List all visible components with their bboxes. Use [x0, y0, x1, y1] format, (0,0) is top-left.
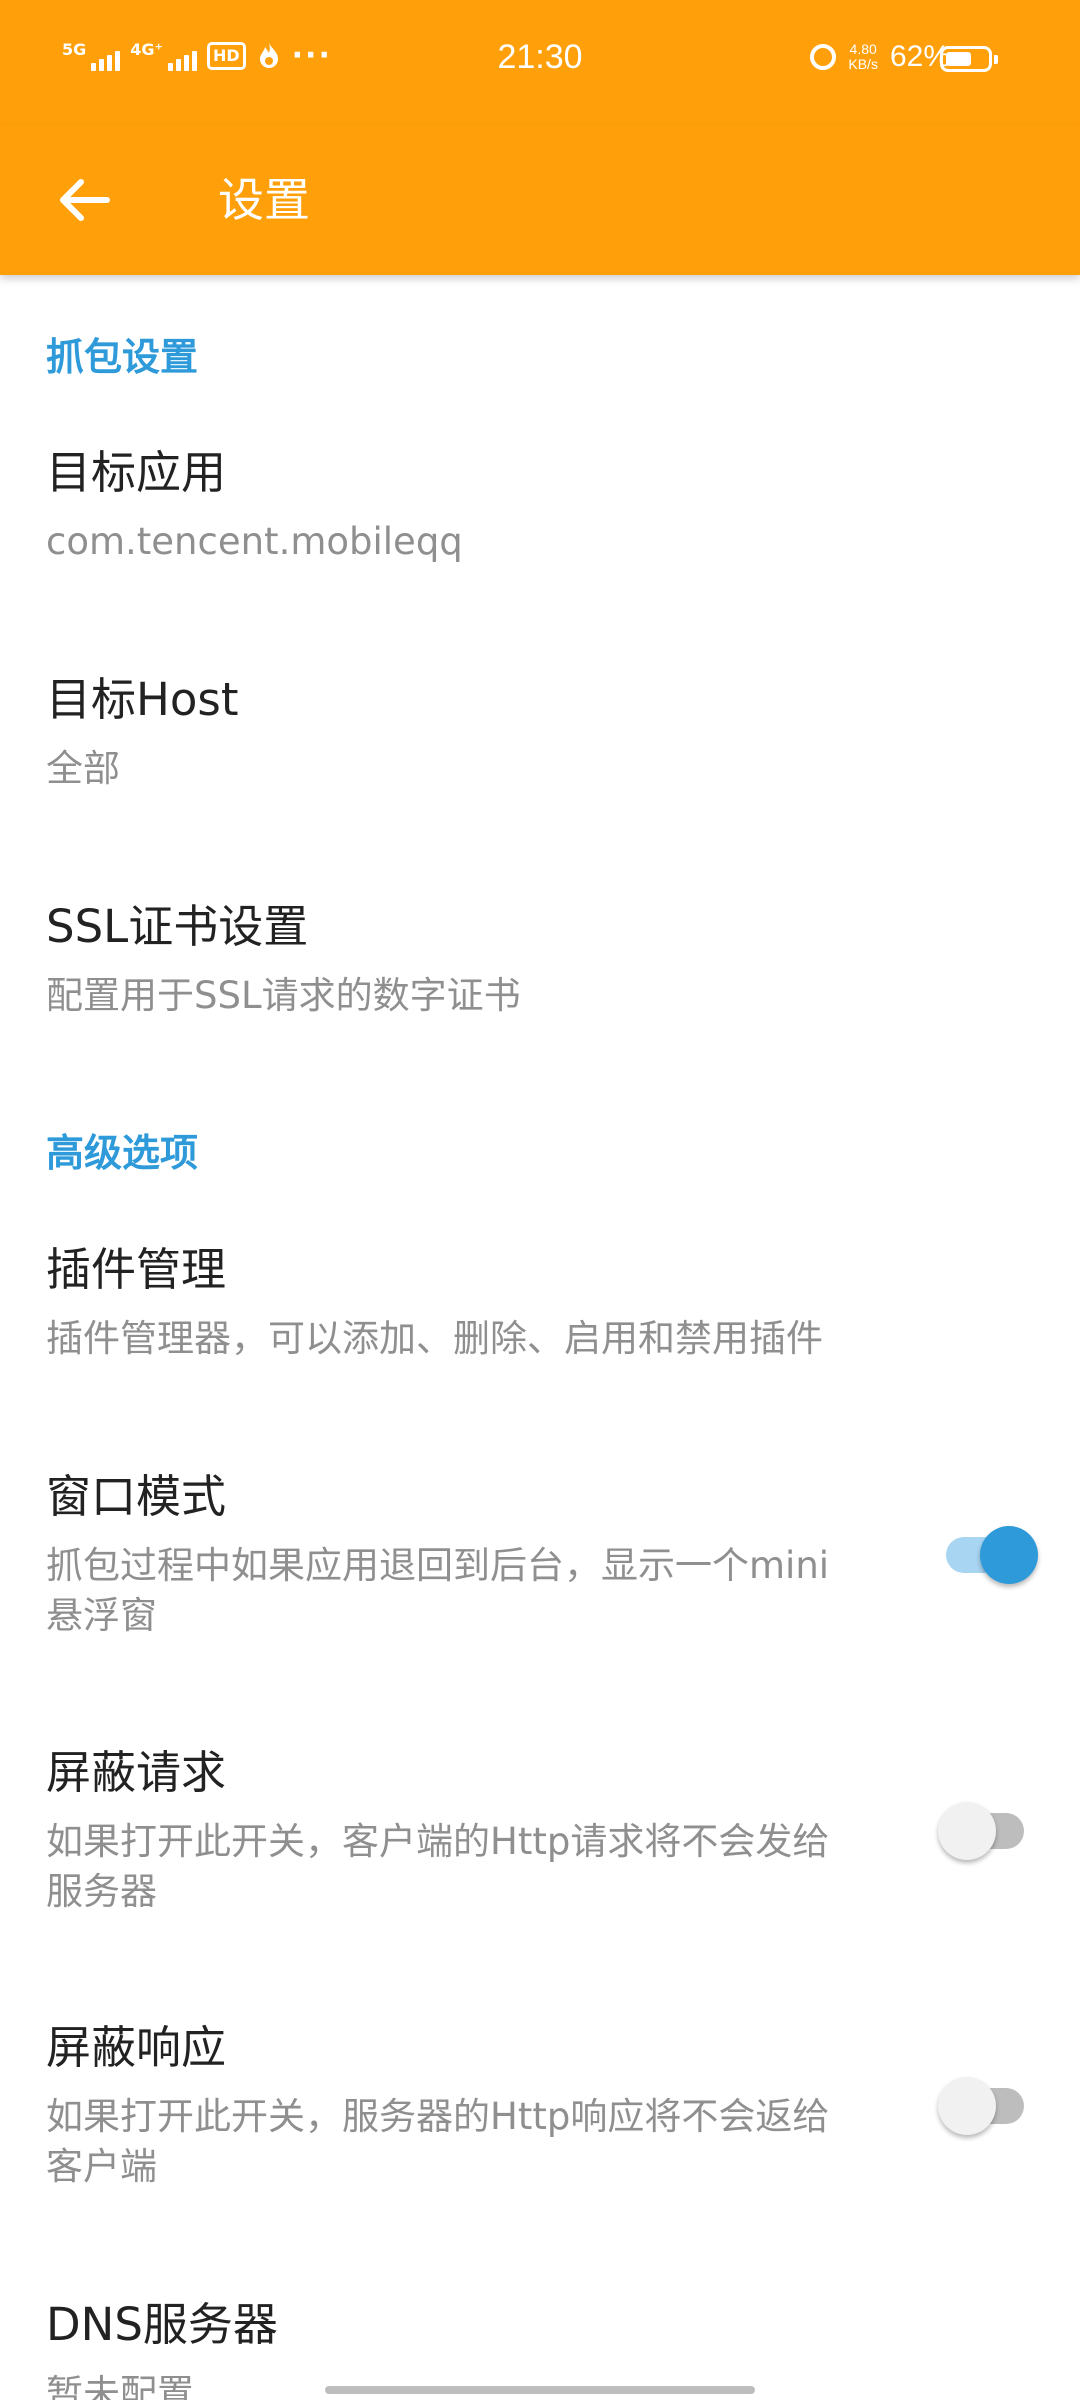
pref-summary: 如果打开此开关，客户端的Http请求将不会发给服务器 [46, 1820, 830, 1913]
net-speed-value: 4.80 [849, 41, 877, 57]
status-icons-right: 4.80 KB/s 62% [810, 40, 950, 74]
arrow-back-icon [60, 179, 110, 221]
block-request-switch[interactable] [938, 1802, 1024, 1860]
pref-block-response[interactable]: 屏蔽响应 如果打开此开关，服务器的Http响应将不会返给客户端 [0, 2018, 1080, 2238]
pref-title: 屏蔽请求 [46, 1746, 227, 1799]
pref-title: 屏蔽响应 [46, 2021, 227, 2074]
block-response-switch[interactable] [938, 2077, 1024, 2135]
pref-title: 目标Host [46, 673, 239, 726]
battery-icon [940, 46, 998, 72]
pref-target-app[interactable]: 目标应用 com.tencent.mobileqq [0, 443, 1080, 623]
section-title-capture: 抓包设置 [46, 335, 199, 379]
pref-window-mode[interactable]: 窗口模式 抓包过程中如果应用退回到后台，显示一个mini悬浮窗 [0, 1467, 1080, 1687]
page-title: 设置 [218, 173, 310, 227]
app-bar: 设置 [0, 125, 1080, 275]
back-button[interactable] [40, 170, 130, 230]
pref-title: 插件管理 [46, 1243, 227, 1296]
section-title-advanced: 高级选项 [46, 1131, 199, 1175]
pref-plugin-manager[interactable]: 插件管理 插件管理器，可以添加、删除、启用和禁用插件 [0, 1240, 1080, 1420]
pref-summary: 插件管理器，可以添加、删除、启用和禁用插件 [46, 1317, 823, 1360]
pref-summary: 配置用于SSL请求的数字证书 [46, 974, 521, 1017]
pref-title: 窗口模式 [46, 1470, 227, 1523]
pref-title: DNS服务器 [46, 2298, 278, 2351]
net-speed-unit: KB/s [848, 56, 878, 72]
battery-cap [994, 55, 998, 64]
pref-target-host[interactable]: 目标Host 全部 [0, 670, 1080, 850]
switch-thumb [938, 2077, 996, 2135]
home-indicator[interactable] [325, 2386, 755, 2394]
pref-block-request[interactable]: 屏蔽请求 如果打开此开关，客户端的Http请求将不会发给服务器 [0, 1743, 1080, 1963]
pref-ssl-certificate[interactable]: SSL证书设置 配置用于SSL请求的数字证书 [0, 897, 1080, 1077]
pref-title: 目标应用 [46, 446, 227, 499]
net-speed: 4.80 KB/s [848, 42, 878, 72]
pref-title: SSL证书设置 [46, 900, 309, 953]
pref-summary: 暂未配置 [46, 2372, 194, 2400]
battery-fill [946, 52, 971, 66]
pref-summary: com.tencent.mobileqq [46, 520, 463, 563]
pref-summary: 全部 [46, 747, 120, 790]
window-mode-switch[interactable] [946, 1526, 1038, 1584]
status-bar: 5G 4G⁺ HD ··· 21:30 4.80 KB/s 62% [0, 0, 1080, 125]
pref-dns-server[interactable]: DNS服务器 暂未配置 [0, 2295, 1080, 2400]
pref-summary: 如果打开此开关，服务器的Http响应将不会返给客户端 [46, 2095, 830, 2188]
switch-thumb [938, 1802, 996, 1860]
alarm-icon [810, 44, 837, 70]
switch-thumb [980, 1526, 1038, 1584]
pref-summary: 抓包过程中如果应用退回到后台，显示一个mini悬浮窗 [46, 1544, 830, 1637]
